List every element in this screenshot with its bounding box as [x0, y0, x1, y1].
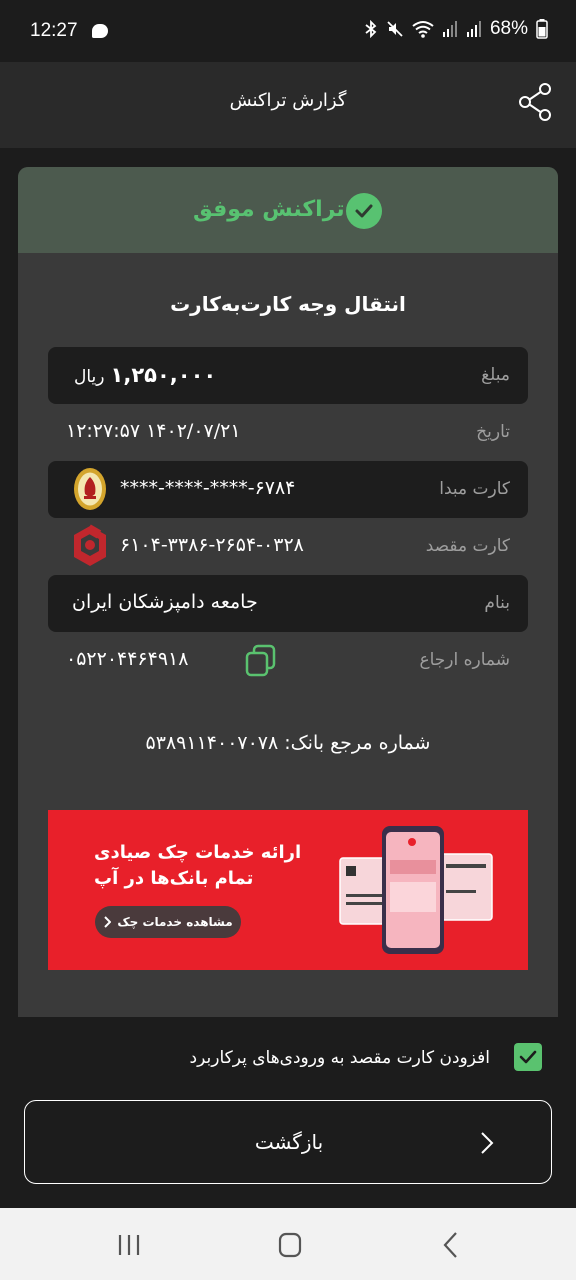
- amount-unit: ریال: [74, 367, 105, 387]
- source-card-label: کارت مبدا: [439, 479, 510, 499]
- banner-subtitle: تمام بانک‌ها در آپ: [94, 868, 254, 889]
- battery-percent: 68%: [489, 18, 528, 39]
- chevron-right-icon: [104, 916, 112, 928]
- status-time: 12:27: [30, 20, 78, 41]
- success-banner: تراکنش موفق: [18, 167, 558, 253]
- system-nav-bar: [0, 1208, 576, 1280]
- amount-row: مبلغ ۱,۲۵۰,۰۰۰ ریال: [48, 347, 528, 404]
- back-nav-icon[interactable]: [436, 1230, 468, 1260]
- transaction-type: انتقال وجه کارت‌به‌کارت: [170, 292, 406, 316]
- check-circle-icon: [346, 193, 382, 229]
- receipt-card: تراکنش موفق انتقال وجه کارت‌به‌کارت مبلغ…: [18, 167, 558, 1017]
- date-label: تاریخ: [476, 422, 510, 442]
- back-button-label: بازگشت: [254, 1130, 324, 1154]
- chevron-right-icon: [481, 1132, 494, 1154]
- bank-melli-logo: [74, 468, 106, 510]
- dest-card-number: ۶۱۰۴-۳۳۸۶-۲۶۵۴-۰۳۲۸: [120, 534, 304, 556]
- reference-label: شماره ارجاع: [419, 650, 510, 670]
- amount-label: مبلغ: [481, 365, 510, 385]
- view-cheque-services-button[interactable]: مشاهده خدمات چک: [95, 906, 241, 938]
- dest-card-label: کارت مقصد: [425, 536, 510, 556]
- name-row: بنام جامعه دامپزشکان ایران: [48, 575, 528, 632]
- status-bar: 12:27 68%: [0, 0, 576, 62]
- mute-icon: [387, 21, 403, 37]
- check-icon: [519, 1050, 537, 1064]
- add-favorite-checkbox[interactable]: [514, 1043, 542, 1071]
- cheque-phone-illustration: [339, 826, 493, 954]
- recent-apps-icon[interactable]: [113, 1230, 145, 1260]
- signal-icon: [442, 21, 457, 37]
- home-icon[interactable]: [274, 1230, 306, 1260]
- dest-card-row: کارت مقصد ۶۱۰۴-۳۳۸۶-۲۶۵۴-۰۳۲۸: [48, 518, 528, 575]
- signal-icon-2: [466, 21, 481, 37]
- app-bar: گزارش تراکنش: [0, 62, 576, 148]
- page-title: گزارش تراکنش: [229, 90, 347, 111]
- chat-icon: [92, 24, 108, 38]
- bank-reference: شماره مرجع بانک: ۵۳۸۹۱۱۴۰۰۷۰۷۸: [145, 732, 431, 754]
- promo-banner[interactable]: ارائه خدمات چک صیادی تمام بانک‌ها در آپ …: [48, 810, 528, 970]
- amount-value: ۱,۲۵۰,۰۰۰: [110, 363, 217, 387]
- reference-row: شماره ارجاع ۰۵۲۲۰۴۴۶۴۹۱۸: [48, 632, 528, 689]
- name-label: بنام: [484, 593, 510, 613]
- banner-button-label: مشاهده خدمات چک: [117, 915, 233, 929]
- status-text: تراکنش موفق: [193, 197, 345, 222]
- back-button[interactable]: بازگشت: [24, 1100, 552, 1184]
- source-card-number: ****-****-****-۶۷۸۴: [120, 477, 296, 499]
- share-button[interactable]: [518, 82, 554, 122]
- banner-title: ارائه خدمات چک صیادی: [94, 842, 302, 863]
- reference-number: ۰۵۲۲۰۴۴۶۴۹۱۸: [66, 648, 189, 670]
- bluetooth-icon: [365, 20, 377, 38]
- battery-icon: [536, 19, 548, 39]
- share-icon: [519, 83, 551, 121]
- add-favorite-label: افزودن کارت مقصد به ورودی‌های پرکاربرد: [189, 1048, 490, 1068]
- status-icons: 68%: [364, 18, 548, 40]
- amount-value-group: ۱,۲۵۰,۰۰۰ ریال: [66, 363, 216, 387]
- wifi-icon: [412, 21, 434, 38]
- copy-icon[interactable]: [244, 644, 278, 678]
- recipient-name: جامعه دامپزشکان ایران: [72, 591, 258, 613]
- date-row: تاریخ ۱۴۰۲/۰۷/۲۱ ۱۲:۲۷:۵۷: [48, 404, 528, 461]
- source-card-row: کارت مبدا ****-****-****-۶۷۸۴: [48, 461, 528, 518]
- bank-mellat-logo: [74, 524, 106, 566]
- date-value: ۱۴۰۲/۰۷/۲۱ ۱۲:۲۷:۵۷: [66, 420, 241, 442]
